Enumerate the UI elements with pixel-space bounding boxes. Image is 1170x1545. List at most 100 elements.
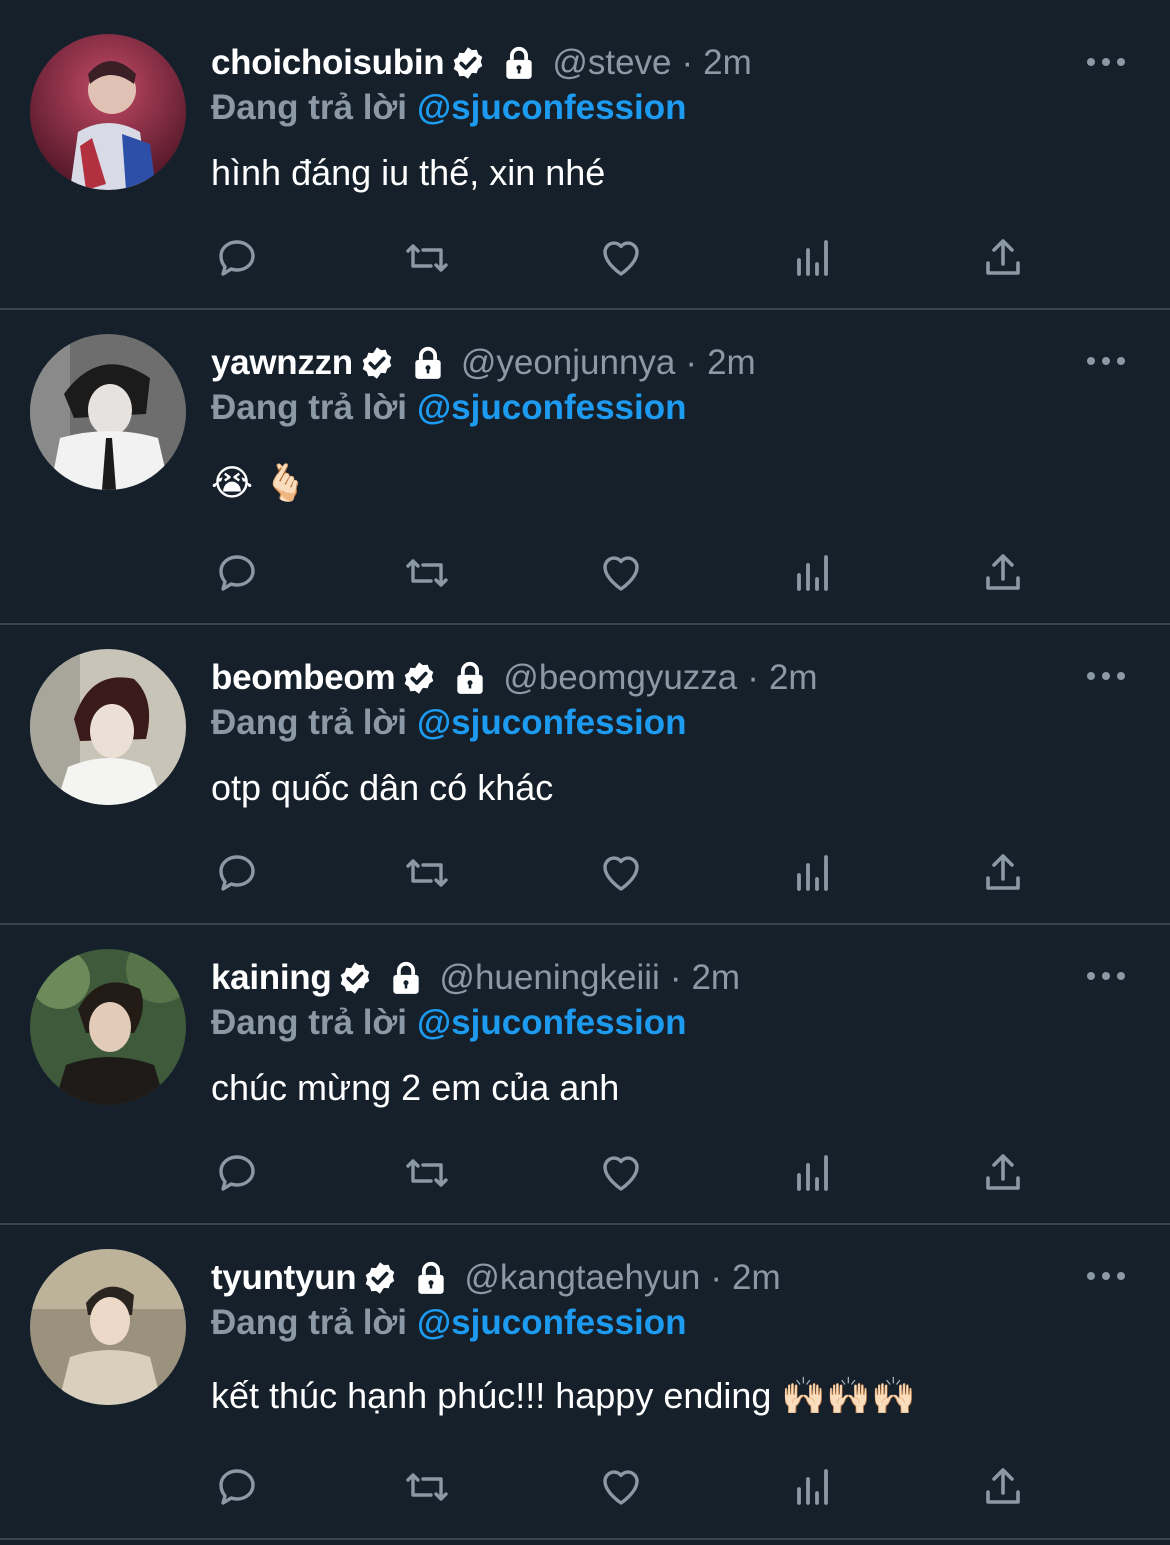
reply-mention-link[interactable]: @sjuconfession [417,88,686,127]
reply-mention-link[interactable]: @sjuconfession [417,388,686,427]
action-bar [213,1149,1043,1199]
avatar-image [30,649,186,805]
reply-button[interactable] [213,234,261,282]
views-button[interactable] [789,234,837,282]
replying-to: Đang trả lời @sjuconfession [211,1303,687,1349]
retweet-icon [406,244,448,272]
user-handle[interactable]: @steve [552,43,671,83]
display-name[interactable]: tyuntyun [211,1258,357,1298]
tweet-header: choichoisubin @steve · 2m [211,40,752,86]
share-button[interactable] [979,849,1027,897]
lock-icon [457,661,483,694]
like-button[interactable] [597,1463,645,1511]
avatar[interactable] [30,1249,186,1405]
user-handle[interactable]: @hueningkeiii [439,958,659,998]
retweet-button[interactable] [403,1149,451,1197]
share-button[interactable] [979,1463,1027,1511]
reply-icon [219,855,255,891]
timestamp[interactable]: 2m [691,958,740,998]
views-chart-icon [797,1469,828,1505]
retweet-button[interactable] [403,234,451,282]
reply-mention-link[interactable]: @sjuconfession [417,1303,686,1342]
avatar[interactable] [30,949,186,1105]
separator-dot: · [681,43,694,82]
share-icon [986,1154,1020,1190]
retweet-icon [406,559,448,587]
heart-icon [603,1470,639,1505]
like-button[interactable] [597,1149,645,1197]
display-name[interactable]: kaining [211,958,332,998]
avatar-image [30,1249,186,1405]
views-chart-icon [797,555,828,591]
views-button[interactable] [789,1149,837,1197]
timestamp[interactable]: 2m [707,343,756,383]
like-button[interactable] [597,549,645,597]
lock-icon [393,961,420,994]
action-bar [213,1463,1043,1513]
more-options-icon[interactable] [1086,1269,1126,1283]
reply-mention-link[interactable]: @sjuconfession [417,1003,686,1042]
replying-to: Đang trả lời @sjuconfession [211,88,687,134]
reply-button[interactable] [213,1149,261,1197]
replying-to-label: Đang trả lời [211,1003,408,1042]
views-chart-icon [797,240,828,276]
tweet[interactable]: tyuntyun @kangtaehyun · 2m Đang trả lời @… [0,1225,1170,1540]
tweet-text: otp quốc dân có khác [211,767,554,808]
views-button[interactable] [789,1463,837,1511]
share-button[interactable] [979,234,1027,282]
verified-badge-icon [366,1262,395,1294]
reply-button[interactable] [213,549,261,597]
user-handle[interactable]: @yeonjunnya [461,343,676,383]
more-options-icon[interactable] [1086,669,1126,683]
share-button[interactable] [979,1149,1027,1197]
retweet-button[interactable] [403,849,451,897]
more-options-icon[interactable] [1086,55,1126,69]
action-bar [213,549,1043,599]
share-icon [986,854,1020,890]
like-button[interactable] [597,849,645,897]
timestamp[interactable]: 2m [769,658,818,698]
tweet-header: kaining @hueningkeiii · 2m [211,955,740,1001]
avatar[interactable] [30,334,186,490]
retweet-button[interactable] [403,1463,451,1511]
share-button[interactable] [979,549,1027,597]
tweet[interactable]: choichoisubin @steve · 2m Đang trả lời @s… [0,0,1170,310]
heart-icon [603,856,639,891]
display-name[interactable]: beombeom [211,658,396,698]
verified-badge-icon [454,47,483,79]
verified-badge-icon [362,347,392,379]
display-name[interactable]: choichoisubin [211,43,445,83]
heart-icon [603,241,639,276]
action-bar [213,849,1043,899]
tweet-text: 😭 🫰🏻 [211,462,308,503]
tweet-header: tyuntyun @kangtaehyun · 2m [211,1255,781,1301]
user-handle[interactable]: @kangtaehyun [464,1258,700,1298]
views-chart-icon [797,855,828,891]
timestamp[interactable]: 2m [732,1258,781,1298]
tweet[interactable]: beombeom @beomgyuzza · 2m Đang trả lời @s… [0,625,1170,925]
more-options-icon[interactable] [1086,969,1126,983]
avatar[interactable] [30,34,186,190]
reply-button[interactable] [213,849,261,897]
display-name[interactable]: yawnzzn [211,343,353,383]
views-chart-icon [797,1155,828,1191]
lock-icon [415,346,441,379]
tweet[interactable]: yawnzzn @yeonjunnya · 2m Đang trả lời @sj… [0,310,1170,625]
reply-button[interactable] [213,1463,261,1511]
tweet[interactable]: kaining @hueningkeiii · 2m Đang trả lời @… [0,925,1170,1225]
timestamp[interactable]: 2m [703,43,752,83]
reply-mention-link[interactable]: @sjuconfession [417,703,686,742]
tweet-header: yawnzzn @yeonjunnya · 2m [211,340,756,386]
reply-icon [219,555,255,591]
like-button[interactable] [597,234,645,282]
avatar[interactable] [30,649,186,805]
user-handle[interactable]: @beomgyuzza [503,658,737,698]
views-button[interactable] [789,549,837,597]
retweet-button[interactable] [403,549,451,597]
separator-dot: · [685,343,698,382]
replying-to-label: Đang trả lời [211,1303,408,1342]
views-button[interactable] [789,849,837,897]
replying-to: Đang trả lời @sjuconfession [211,703,687,749]
more-options-icon[interactable] [1086,354,1126,368]
share-icon [986,554,1020,590]
